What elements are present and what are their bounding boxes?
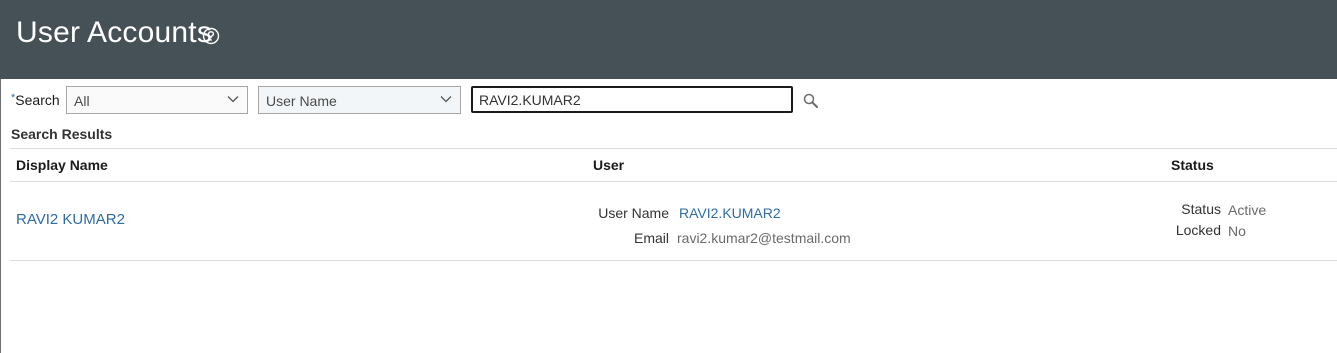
display-name-link[interactable]: RAVI2 KUMAR2 — [16, 211, 125, 228]
email-label: Email — [633, 230, 669, 246]
search-field-value: User Name — [266, 93, 337, 109]
column-header-display-name: Display Name — [16, 157, 108, 173]
help-icon[interactable] — [202, 27, 220, 45]
column-header-user: User — [593, 157, 625, 173]
search-scope-value: All — [74, 93, 90, 109]
chevron-down-icon — [227, 96, 239, 103]
user-name-label: User Name — [598, 205, 669, 221]
search-results-title: Search Results — [11, 126, 113, 142]
search-field-select[interactable]: User Name — [258, 86, 461, 114]
results-divider-top — [10, 148, 1337, 149]
required-marker: * — [11, 92, 16, 104]
chevron-down-icon — [440, 96, 452, 103]
search-scope-select[interactable]: All — [66, 86, 248, 114]
locked-value: No — [1228, 223, 1246, 239]
header-divider — [10, 181, 1337, 182]
results-divider-bottom — [10, 260, 1337, 261]
search-icon[interactable] — [802, 92, 820, 110]
status-label: Status — [1181, 201, 1221, 217]
user-name-link[interactable]: RAVI2.KUMAR2 — [679, 205, 781, 221]
locked-label: Locked — [1175, 222, 1221, 238]
column-header-status: Status — [1171, 157, 1214, 173]
search-label-text: Search — [15, 92, 60, 108]
search-label: *Search — [11, 92, 60, 108]
page-title: User Accounts — [16, 16, 213, 49]
email-value: ravi2.kumar2@testmail.com — [677, 230, 851, 246]
page-header: User Accounts — [0, 0, 1337, 79]
search-input[interactable] — [471, 86, 793, 113]
status-value: Active — [1228, 202, 1267, 218]
